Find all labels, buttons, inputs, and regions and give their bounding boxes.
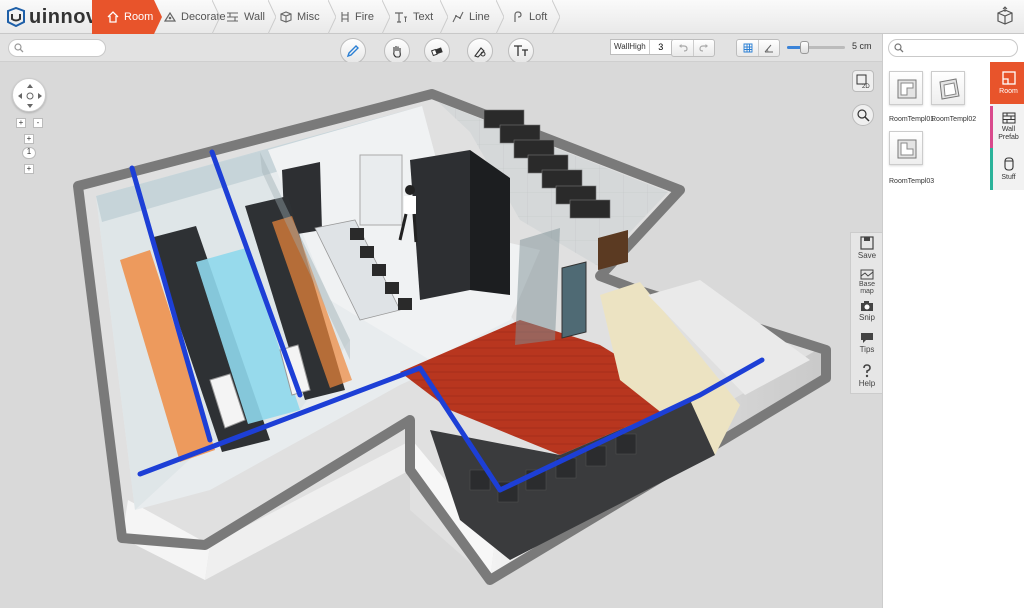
library-tab-wall-prefab[interactable]: Wall Prefab [990,106,1024,148]
left-search-box[interactable] [8,39,106,57]
angle-icon [764,44,773,53]
export-3d-icon[interactable] [994,6,1016,28]
grid-toggle-button[interactable] [737,40,758,56]
side-tools-column: Save Base map Snip Tips Help [850,232,882,394]
cube-icon [280,11,292,23]
decorate-icon [164,11,176,22]
zoom-fit-icon [857,109,870,122]
tilt-down-button[interactable]: + [24,164,34,174]
base-map-button[interactable]: Base map [851,268,883,300]
library-tab-room[interactable]: Room [990,62,1024,104]
snip-button[interactable]: Snip [851,300,883,332]
room-template-label-2: RoomTempl02 [931,116,977,123]
search-icon [14,43,24,53]
view-2d-button[interactable]: 2D [852,70,874,92]
room-template-icon [897,139,917,159]
loft-icon [514,11,522,22]
scale-value-label: 5 cm [852,41,872,51]
3d-viewport[interactable]: + - + 1 + 2D [0,62,882,608]
room-template-thumb-1[interactable] [889,71,923,105]
tab-text[interactable]: Text [394,0,446,34]
stuff-icon [1003,156,1014,171]
redo-button[interactable] [693,40,714,56]
logo-icon [7,7,25,27]
room-template-icon [897,79,917,99]
top-menu-bar: uinnova Room Decorate Wall Misc Fire Tex… [0,0,1024,34]
zoom-out-button[interactable]: - [33,118,43,128]
text-icon [395,12,407,23]
room-template-icon [939,78,960,100]
text-style-icon [514,45,528,56]
fire-icon [341,12,349,22]
navigation-wheel[interactable] [12,78,46,112]
camera-icon [861,301,873,311]
help-icon [863,364,871,378]
wall-icon [227,12,238,22]
undo-redo-group [671,39,715,57]
hand-icon [393,46,401,58]
help-button[interactable]: Help [851,364,883,396]
grid-icon [743,43,752,53]
pan-arrows-icon [18,84,42,108]
room-template-thumb-2[interactable] [931,71,965,105]
undo-icon [678,44,688,52]
room-template-thumb-3[interactable] [889,131,923,165]
save-button[interactable]: Save [851,236,883,268]
tips-icon [861,333,873,343]
library-search-input[interactable] [907,41,997,55]
brush-icon [474,47,486,58]
wall-height-label: WallHigh [611,40,650,54]
pencil-icon [346,45,359,58]
snap-mode-group [736,39,780,57]
scale-slider-knob[interactable] [800,41,810,54]
3d-room-scene [73,89,831,585]
tab-room[interactable]: Room [92,0,154,34]
zoom-fit-button[interactable] [852,104,874,126]
library-category-tabs: Room Wall Prefab Stuff [990,62,1024,190]
home-icon [107,11,119,23]
search-icon [894,43,904,53]
compass-reset-button[interactable]: 1 [22,147,36,159]
eraser-icon [430,47,443,57]
room-template-label-3: RoomTempl03 [889,178,935,185]
redo-icon [699,44,708,52]
angle-toggle-button[interactable] [758,40,779,56]
library-tab-stuff[interactable]: Stuff [990,148,1024,190]
base-map-icon [860,269,874,280]
view-2d-icon: 2D [856,74,870,89]
wall-height-control: WallHigh [610,39,673,55]
room-template-label-1: RoomTempl01 [889,116,935,123]
save-icon [860,236,874,250]
room-icon [1001,70,1016,85]
eraser-tool-button[interactable] [424,38,450,64]
zoom-in-button[interactable]: + [16,118,26,128]
brush-tool-button[interactable] [467,38,493,64]
tilt-up-button[interactable]: + [24,134,34,144]
library-search-box[interactable] [888,39,1018,57]
wall-height-input[interactable] [649,40,672,54]
pencil-tool-button[interactable] [340,38,366,64]
undo-button[interactable] [672,40,693,56]
text-style-tool-button[interactable] [508,38,534,64]
hand-tool-button[interactable] [384,38,410,64]
svg-text:2D: 2D [862,84,870,89]
tips-button[interactable]: Tips [851,332,883,364]
scale-slider[interactable] [787,41,845,54]
line-icon [452,11,464,23]
wall-prefab-icon [1002,112,1015,124]
tab-line[interactable]: Line [452,0,502,34]
left-search-input[interactable] [27,41,95,55]
